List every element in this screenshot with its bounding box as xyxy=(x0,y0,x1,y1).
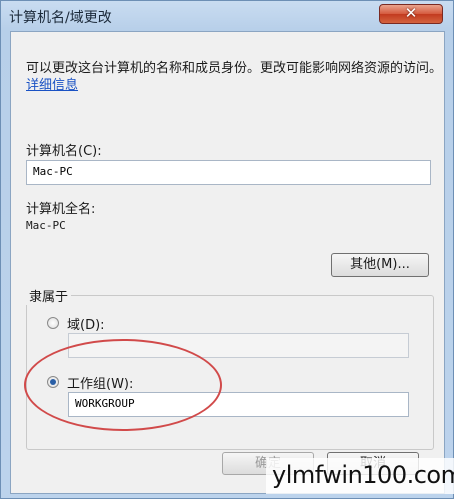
dialog-window: 计算机名/域更改 ✕ 可以更改这台计算机的名称和成员身份。更改可能影响网络资源的… xyxy=(0,0,454,499)
close-button[interactable]: ✕ xyxy=(379,4,443,24)
annotation-ellipse xyxy=(24,339,222,431)
more-button[interactable]: 其他(M)... xyxy=(331,253,429,277)
details-link[interactable]: 详细信息 xyxy=(26,78,78,93)
full-name-label: 计算机全名: xyxy=(26,202,96,217)
full-name-value: Mac-PC xyxy=(26,219,66,232)
close-icon: ✕ xyxy=(404,4,418,22)
description-body: 可以更改这台计算机的名称和成员身份。更改可能影响网络资源的访问。 xyxy=(26,61,443,76)
member-of-title: 隶属于 xyxy=(26,286,72,305)
description-text: 可以更改这台计算机的名称和成员身份。更改可能影响网络资源的访问。详细信息 xyxy=(26,60,446,94)
title-bar[interactable]: 计算机名/域更改 ✕ xyxy=(1,1,453,31)
site-watermark: ylmfwin100.com xyxy=(266,458,454,494)
domain-radio[interactable] xyxy=(47,317,59,329)
computer-name-label: 计算机名(C): xyxy=(26,144,102,159)
window-title: 计算机名/域更改 xyxy=(9,10,112,26)
computer-name-input[interactable]: Mac-PC xyxy=(26,160,431,185)
domain-label: 域(D): xyxy=(67,318,105,333)
